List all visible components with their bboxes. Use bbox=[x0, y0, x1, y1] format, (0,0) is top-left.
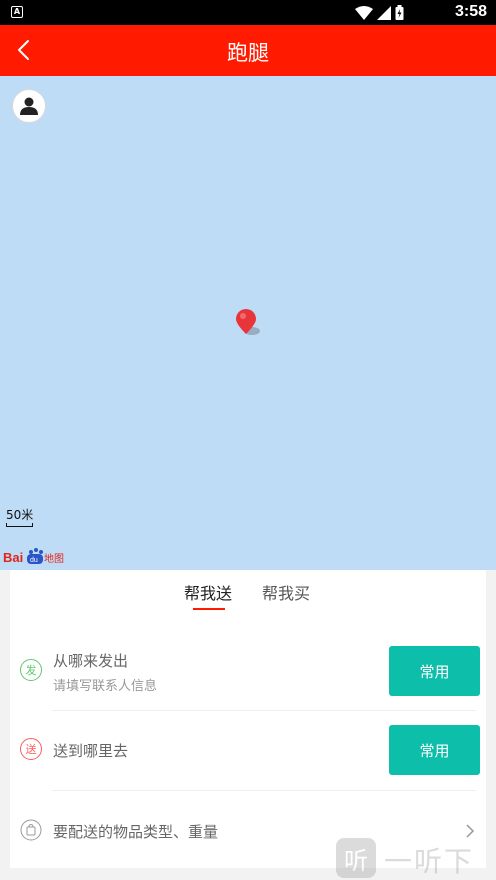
delivery-address-row[interactable]: 送 送到哪里去 常用 bbox=[20, 725, 480, 775]
send-from-icon: 发 bbox=[20, 659, 42, 681]
delivery-common-button[interactable]: 常用 bbox=[389, 725, 480, 775]
person-icon bbox=[20, 97, 38, 115]
tab-bar: 帮我送 帮我买 bbox=[10, 570, 486, 620]
map-scale-bar bbox=[6, 523, 33, 527]
svg-text:地图: 地图 bbox=[44, 552, 64, 565]
divider bbox=[52, 790, 476, 791]
status-bar: A 3:58 bbox=[0, 0, 496, 25]
notification-icon: A bbox=[11, 6, 23, 18]
map-scale-label: 50米 bbox=[6, 508, 34, 522]
pickup-title: 从哪来发出 bbox=[53, 652, 129, 670]
divider bbox=[52, 710, 476, 711]
pickup-address-row[interactable]: 发 从哪来发出 请填写联系人信息 常用 bbox=[20, 646, 480, 696]
tab-send[interactable]: 帮我送 bbox=[184, 580, 232, 604]
user-avatar-button[interactable] bbox=[12, 89, 46, 123]
battery-icon bbox=[395, 5, 404, 20]
baidu-map-logo: Bai du 地图 bbox=[3, 548, 64, 565]
watermark-icon: 听 bbox=[336, 838, 376, 878]
pickup-subtitle: 请填写联系人信息 bbox=[53, 679, 158, 694]
package-icon bbox=[20, 819, 42, 841]
send-to-icon: 送 bbox=[20, 738, 42, 760]
page-title: 跑腿 bbox=[227, 41, 269, 65]
clock: 3:58 bbox=[454, 3, 487, 20]
status-icons bbox=[355, 5, 404, 20]
watermark: 听 一听下载 bbox=[336, 836, 496, 880]
delivery-title: 送到哪里去 bbox=[53, 742, 129, 760]
order-panel: 帮我送 帮我买 发 从哪来发出 请填写联系人信息 常用 送 送到哪里去 常用 要… bbox=[10, 570, 486, 868]
map-view[interactable]: 50米 Bai du 地图 bbox=[0, 76, 496, 570]
signal-icon bbox=[377, 5, 391, 20]
item-type-title: 要配送的物品类型、重量 bbox=[53, 823, 219, 841]
wifi-icon bbox=[355, 5, 373, 20]
active-tab-indicator bbox=[193, 608, 225, 610]
location-pin-icon[interactable] bbox=[233, 308, 263, 338]
watermark-text: 一听下载 bbox=[384, 845, 475, 878]
svg-text:Bai: Bai bbox=[3, 550, 23, 565]
pickup-common-button[interactable]: 常用 bbox=[389, 646, 480, 696]
app-header: 跑腿 bbox=[0, 25, 496, 76]
svg-text:du: du bbox=[30, 557, 38, 564]
tab-buy[interactable]: 帮我买 bbox=[262, 580, 310, 604]
